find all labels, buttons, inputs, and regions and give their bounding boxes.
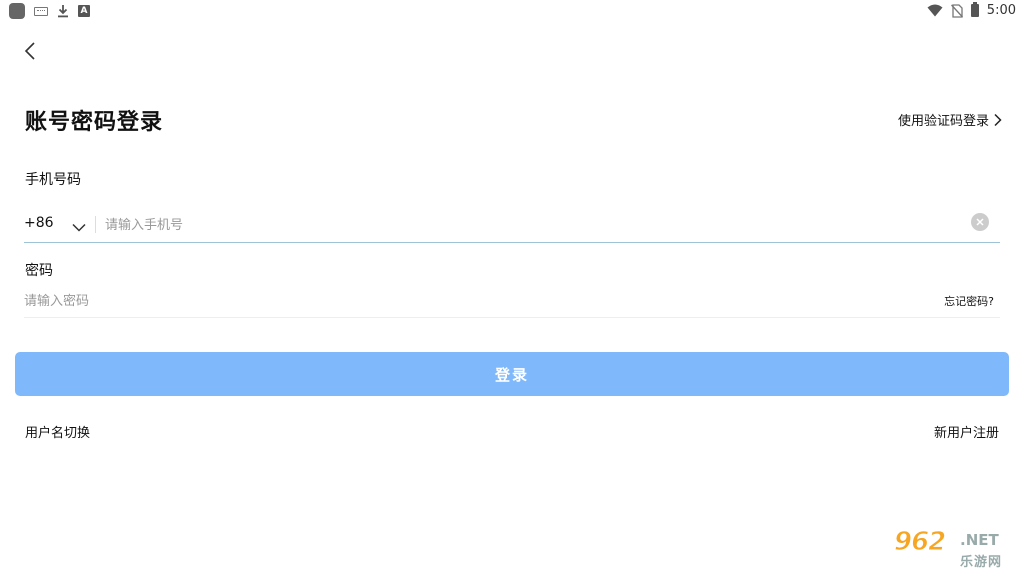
download-icon <box>58 5 68 18</box>
close-icon <box>976 218 984 226</box>
keyboard-icon <box>34 6 48 16</box>
sms-login-label: 使用验证码登录 <box>897 114 989 129</box>
password-label: 密码 <box>25 263 53 279</box>
password-field-row: 忘记密码? <box>24 284 1000 318</box>
phone-input[interactable] <box>105 214 925 236</box>
watermark-logo: 962 .NET 乐游网 <box>886 527 1020 571</box>
status-bar-left: A <box>9 3 90 19</box>
forgot-password-link[interactable]: 忘记密码? <box>944 293 994 309</box>
password-input[interactable] <box>24 290 824 312</box>
country-code[interactable]: +86 <box>24 215 54 231</box>
field-divider <box>95 216 96 233</box>
wifi-icon <box>927 4 943 17</box>
watermark-number: 962 <box>893 527 946 558</box>
page-title: 账号密码登录 <box>25 110 164 135</box>
phone-label: 手机号码 <box>25 172 81 188</box>
sms-login-link[interactable]: 使用验证码登录 <box>898 110 1002 129</box>
chevron-down-icon <box>72 223 86 232</box>
no-sim-icon <box>950 3 963 18</box>
chevron-right-icon <box>994 113 1002 126</box>
register-link[interactable]: 新用户注册 <box>934 422 999 441</box>
status-bar-right: 5:00 <box>927 2 1016 18</box>
phone-field-row: +86 <box>24 206 1000 243</box>
username-switch-link[interactable]: 用户名切换 <box>25 422 90 441</box>
clear-phone-button[interactable] <box>971 213 989 231</box>
text-icon: A <box>78 5 90 17</box>
back-button[interactable] <box>18 38 42 64</box>
country-code-dropdown[interactable] <box>72 217 86 236</box>
app-icon <box>9 3 25 19</box>
status-bar: A 5:00 <box>0 0 1024 24</box>
battery-icon <box>970 2 979 17</box>
chevron-left-icon <box>24 42 35 60</box>
login-button[interactable]: 登录 <box>15 352 1009 396</box>
status-time: 5:00 <box>986 3 1016 18</box>
watermark-net: .NET <box>960 531 999 549</box>
watermark-cn: 乐游网 <box>960 555 1003 570</box>
